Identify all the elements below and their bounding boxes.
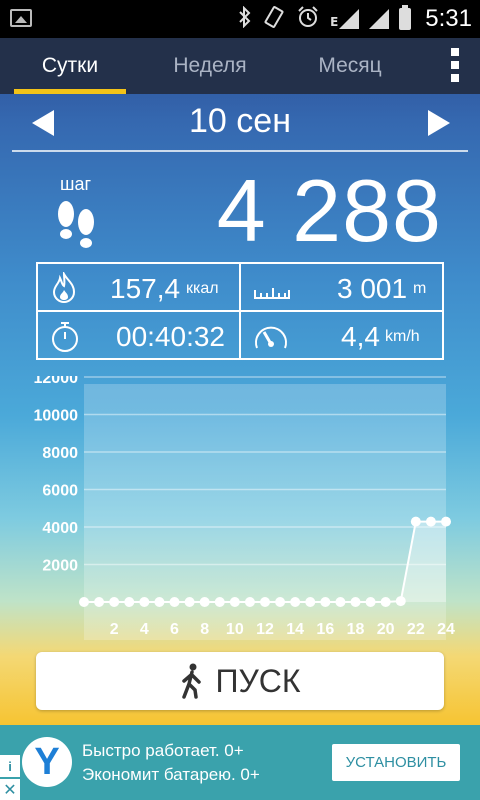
start-button[interactable]: ПУСК bbox=[36, 652, 444, 710]
overflow-menu-icon[interactable] bbox=[450, 48, 460, 82]
chart-data-point bbox=[109, 597, 120, 607]
ad-logo: Y bbox=[22, 737, 72, 787]
chart-data-point bbox=[199, 597, 210, 607]
chart-data-point bbox=[184, 597, 195, 607]
chart-x-tick-label: 14 bbox=[286, 621, 304, 638]
chart-data-point bbox=[260, 597, 270, 607]
distance-cell: 3 001 m bbox=[241, 264, 441, 310]
tab-bar: Сутки Неделя Месяц bbox=[0, 38, 480, 94]
chart-data-point bbox=[169, 597, 180, 607]
speed-value: 4,4 bbox=[341, 321, 380, 352]
tab-week[interactable]: Неделя bbox=[150, 38, 270, 94]
signal-e-icon: E bbox=[330, 9, 360, 29]
ad-close-icon[interactable]: ✕ bbox=[0, 779, 20, 800]
chart-data-point bbox=[410, 516, 421, 527]
next-day-arrow-icon[interactable] bbox=[428, 110, 450, 136]
chart-data-point bbox=[395, 596, 406, 607]
chart-x-tick-label: 24 bbox=[437, 621, 455, 638]
chart-data-point bbox=[305, 597, 316, 607]
chart-data-point bbox=[139, 597, 150, 607]
chart-x-tick-label: 10 bbox=[226, 621, 244, 638]
chart-x-tick-label: 4 bbox=[140, 621, 149, 638]
ad-info-icon[interactable]: i bbox=[0, 755, 20, 777]
steps-count: 4 288 bbox=[216, 161, 442, 260]
bluetooth-icon bbox=[238, 5, 252, 33]
ad-line-2: Экономит батарею. 0+ bbox=[82, 765, 260, 784]
chart-x-tick-label: 18 bbox=[347, 621, 365, 638]
chart-data-point bbox=[365, 597, 376, 607]
chart-y-tick-label: 10000 bbox=[34, 408, 79, 425]
chart-data-point bbox=[380, 597, 391, 607]
steps-chart: 120001000080006000400020002 4 6 8 10 12 14 16 18… bbox=[34, 376, 455, 640]
stopwatch-icon bbox=[52, 322, 78, 352]
calories-unit: ккал bbox=[186, 280, 219, 297]
chart-y-tick-label: 2000 bbox=[42, 558, 78, 575]
calories-cell: 157,4 ккал bbox=[38, 264, 238, 310]
tab-day[interactable]: Сутки bbox=[14, 38, 126, 94]
chart-data-point bbox=[124, 597, 135, 607]
chart-data-point bbox=[79, 597, 89, 607]
app-screen: Сутки Неделя Месяц 10 сен шаг 4 288 157,… bbox=[0, 38, 480, 725]
image-icon bbox=[10, 9, 32, 27]
chart-data-point bbox=[350, 597, 361, 607]
distance-unit: m bbox=[413, 280, 427, 297]
chart-data-point bbox=[441, 516, 451, 527]
speedometer-icon bbox=[255, 326, 287, 349]
chart-data-point bbox=[425, 516, 436, 527]
chart-data-point bbox=[94, 597, 105, 607]
ad-text: Быстро работает. 0+ Экономит батарею. 0+ bbox=[82, 739, 260, 787]
ad-banner[interactable]: i ✕ Y Быстро работает. 0+ Экономит батар… bbox=[0, 725, 480, 800]
start-button-label: ПУСК bbox=[215, 662, 301, 699]
chart-data-point bbox=[154, 597, 165, 607]
chart-y-tick-label: 12000 bbox=[34, 376, 79, 387]
clock: 5:31 bbox=[425, 5, 472, 32]
ad-line-1: Быстро работает. 0+ bbox=[82, 741, 244, 760]
chart-x-tick-label: 20 bbox=[377, 621, 395, 638]
alarm-icon bbox=[296, 5, 320, 34]
calories-value: 157,4 bbox=[110, 273, 181, 304]
chart-x-tick-label: 2 bbox=[110, 621, 119, 638]
vibrate-icon bbox=[262, 5, 286, 34]
date-label: 10 сен bbox=[189, 102, 291, 140]
speed-unit: km/h bbox=[385, 328, 420, 345]
tab-month[interactable]: Месяц bbox=[290, 38, 410, 94]
duration-cell: 00:40:32 bbox=[38, 312, 238, 358]
chart-data-point bbox=[214, 597, 225, 607]
distance-value: 3 001 bbox=[337, 273, 408, 304]
chart-data-point bbox=[320, 597, 331, 607]
chart-y-tick-label: 4000 bbox=[42, 520, 78, 537]
chart-data-point bbox=[229, 597, 240, 607]
walking-person-icon bbox=[182, 663, 202, 699]
chart-data-point bbox=[335, 597, 346, 607]
chart-data-point bbox=[290, 597, 301, 607]
speed-cell: 4,4 km/h bbox=[241, 312, 441, 358]
duration-value: 00:40:32 bbox=[116, 321, 225, 352]
chart-y-tick-label: 6000 bbox=[42, 483, 78, 500]
status-icons: E 5:31 bbox=[238, 0, 472, 38]
chart-x-tick-label: 6 bbox=[170, 621, 179, 638]
chart-x-tick-label: 12 bbox=[256, 621, 274, 638]
date-navigator: 10 сен bbox=[12, 94, 468, 152]
footprints-icon bbox=[58, 201, 94, 248]
chart-data-point bbox=[244, 597, 255, 607]
chart-data-point bbox=[275, 597, 286, 607]
chart-x-tick-label: 8 bbox=[200, 621, 209, 638]
signal-icon bbox=[369, 9, 390, 29]
status-bar: E 5:31 bbox=[0, 0, 480, 38]
ad-install-button[interactable]: УСТАНОВИТЬ bbox=[332, 744, 460, 781]
chart-y-tick-label: 8000 bbox=[42, 445, 78, 462]
battery-icon bbox=[399, 5, 412, 30]
stats-grid: 157,4 ккал 3 001 m 00:40:32 4,4 km/h bbox=[36, 262, 444, 360]
chart-x-tick-label: 22 bbox=[407, 621, 425, 638]
steps-label: шаг bbox=[60, 174, 92, 194]
ruler-icon bbox=[254, 288, 290, 299]
flame-icon bbox=[52, 272, 76, 304]
chart-x-tick-label: 16 bbox=[316, 621, 334, 638]
